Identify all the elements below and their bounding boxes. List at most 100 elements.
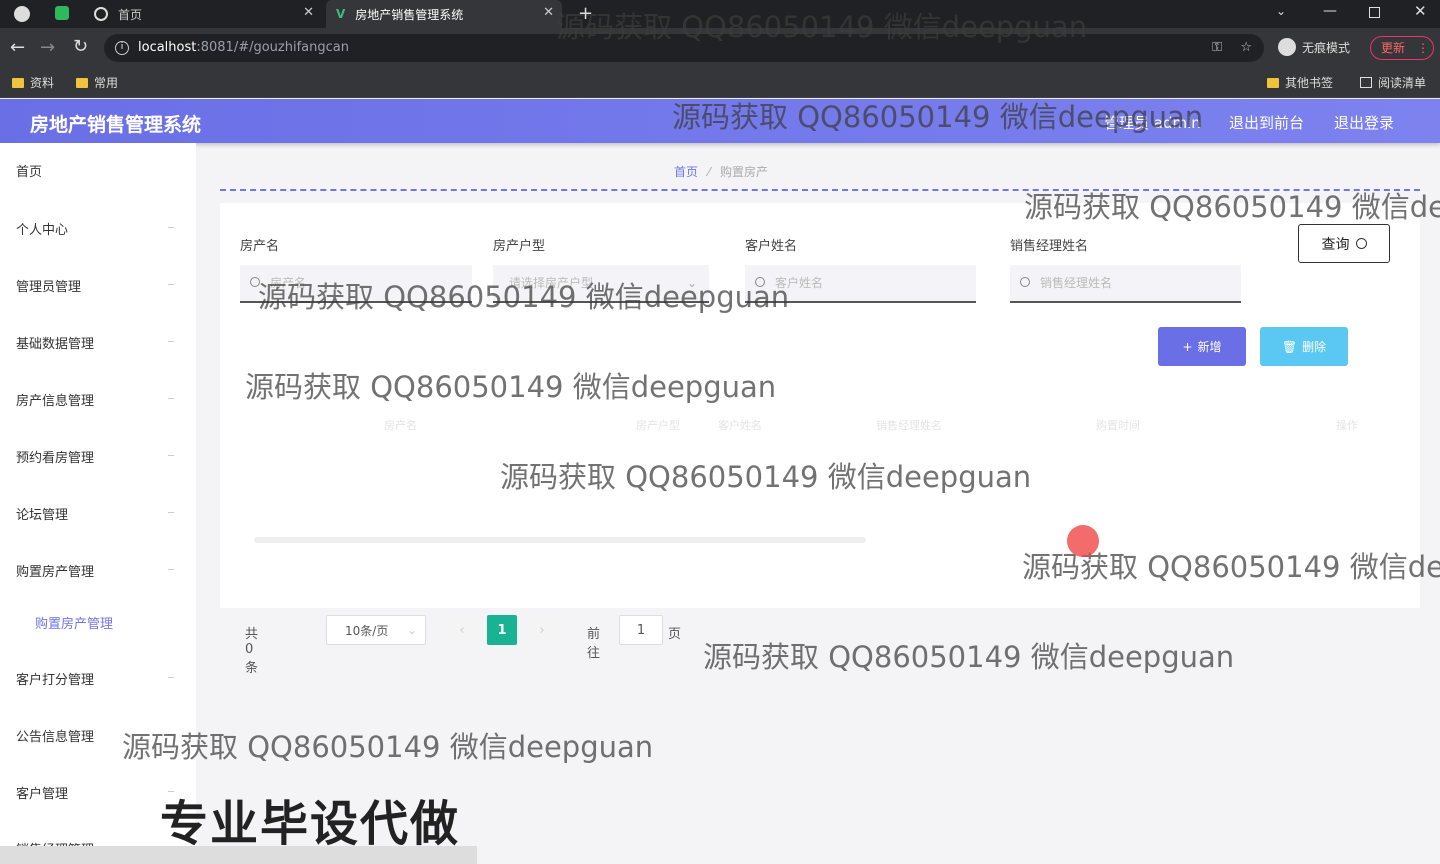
globe-icon	[94, 7, 108, 21]
sidebar-item-viewing[interactable]: 预约看房管理	[16, 447, 94, 466]
chevron-icon	[168, 734, 174, 735]
bookmarks-bar: 资料 常用 其他书签 阅读清单	[0, 68, 1440, 98]
input-placeholder: 客户姓名	[775, 276, 824, 290]
browser-menu-icon[interactable]	[14, 6, 30, 22]
tab-search-icon[interactable]: ⌄	[1276, 4, 1286, 18]
green-app-icon[interactable]	[55, 6, 69, 20]
column-header: 房产户型	[636, 419, 680, 432]
chevron-icon	[168, 569, 174, 570]
url-path: :8081/#/gouzhifangcan	[196, 40, 349, 55]
sidebar-item-rating[interactable]: 客户打分管理	[16, 669, 94, 688]
breadcrumb-home[interactable]: 首页	[674, 163, 698, 180]
sidebar-item-home[interactable]: 首页	[16, 161, 42, 180]
sidebar: 首页 个人中心 管理员管理 基础数据管理 房产信息管理 预约看房管理 论坛管理 …	[0, 143, 196, 864]
tab-app[interactable]: V 房地产销售管理系统 ✕	[326, 0, 562, 28]
label-property-name: 房产名	[240, 239, 280, 254]
key-icon[interactable]: ⚿	[1212, 34, 1222, 62]
tab-label: 房地产销售管理系统	[355, 7, 464, 22]
update-button[interactable]: 更新 ⋮	[1370, 36, 1434, 60]
address-bar[interactable]: i localhost:8081/#/gouzhifangcan ⚿ ☆	[104, 34, 1264, 62]
chevron-icon	[168, 455, 174, 456]
chevron-icon	[168, 398, 174, 399]
bookmark-folder[interactable]: 资料	[12, 74, 54, 91]
main-content: 首页 ⁄ 购置房产 房产名 房产户型 客户姓名 销售经理姓名 房产名 请选择房产…	[196, 143, 1440, 864]
app-title: 房地产销售管理系统	[30, 114, 202, 136]
bookmark-label: 资料	[30, 76, 55, 90]
query-button[interactable]: 查询	[1298, 224, 1390, 263]
add-label: 新增	[1197, 340, 1222, 354]
goto-page-input[interactable]: 1	[619, 615, 663, 645]
sidebar-item-purchase[interactable]: 购置房产管理	[16, 561, 94, 580]
bookmark-label: 常用	[94, 76, 119, 90]
browser-toolbar: ← → ↻ i localhost:8081/#/gouzhifangcan ⚿…	[0, 28, 1440, 68]
front-link[interactable]: 退出到前台	[1229, 112, 1304, 133]
incognito-indicator[interactable]: 无痕模式	[1278, 38, 1350, 56]
input-placeholder: 销售经理姓名	[1040, 276, 1113, 290]
sidebar-subitem-purchase[interactable]: 购置房产管理	[35, 613, 113, 632]
sidebar-item-basic-data[interactable]: 基础数据管理	[16, 333, 94, 352]
sidebar-item-customers[interactable]: 客户管理	[16, 783, 68, 802]
bookmark-folder[interactable]: 常用	[76, 74, 118, 91]
incognito-label: 无痕模式	[1302, 40, 1351, 55]
other-bookmarks[interactable]: 其他书签	[1267, 74, 1333, 91]
label-customer-name: 客户姓名	[745, 239, 798, 254]
search-icon	[1355, 238, 1367, 249]
goto-suffix: 页	[668, 627, 682, 642]
bookmark-label: 阅读清单	[1378, 76, 1427, 90]
search-icon	[1020, 277, 1030, 287]
column-header: 客户姓名	[718, 419, 762, 432]
sidebar-item-forum[interactable]: 论坛管理	[16, 504, 68, 523]
page-number[interactable]: 1	[487, 615, 517, 645]
folder-icon	[76, 77, 88, 88]
restore-button[interactable]	[1369, 7, 1380, 18]
goto-prefix: 前往	[587, 627, 601, 661]
close-window-button[interactable]: ✕	[1414, 2, 1427, 20]
reading-list[interactable]: 阅读清单	[1360, 74, 1426, 91]
page-size-select[interactable]: 10条/页 ⌄	[326, 615, 426, 645]
breadcrumb-separator-icon: ⁄	[708, 164, 711, 179]
customer-name-input[interactable]: 客户姓名	[745, 265, 976, 303]
trash-icon: 🗑	[1281, 339, 1298, 354]
chevron-icon	[168, 512, 174, 513]
back-icon[interactable]: ←	[10, 37, 25, 58]
sidebar-item-notices[interactable]: 公告信息管理	[16, 726, 94, 745]
sidebar-item-admins[interactable]: 管理员管理	[16, 276, 81, 295]
page-size-value: 10条/页	[345, 623, 389, 638]
column-header: 销售经理姓名	[876, 419, 942, 432]
property-name-input[interactable]: 房产名	[240, 265, 472, 303]
new-tab-button[interactable]: +	[578, 3, 593, 24]
sidebar-item-property-info[interactable]: 房产信息管理	[16, 390, 94, 409]
reload-icon[interactable]: ↻	[73, 36, 88, 57]
property-type-select[interactable]: 请选择房产户型 ⌄	[493, 265, 709, 303]
promo-banner: 专业毕设代做	[160, 796, 461, 852]
table-header: 房产名 房产户型 客户姓名 销售经理姓名 购置时间 操作	[256, 417, 1376, 441]
forward-icon[interactable]: →	[40, 37, 55, 58]
folder-icon	[1267, 77, 1279, 88]
column-header: 操作	[1336, 419, 1358, 432]
browser-titlebar: 首页 ✕ V 房地产销售管理系统 ✕ + ⌄ — ✕	[0, 0, 1440, 28]
tab-home[interactable]: 首页 ✕	[86, 0, 322, 28]
plus-icon: +	[1182, 339, 1193, 354]
search-card: 房产名 房产户型 客户姓名 销售经理姓名 房产名 请选择房产户型 ⌄ 客户姓名 …	[220, 203, 1420, 676]
input-placeholder: 房产名	[270, 276, 307, 290]
logout-link[interactable]: 退出登录	[1334, 112, 1394, 133]
search-icon	[755, 277, 765, 287]
delete-button[interactable]: 🗑 删除	[1260, 327, 1348, 366]
manager-name-input[interactable]: 销售经理姓名	[1010, 265, 1241, 303]
close-tab-icon[interactable]: ✕	[543, 5, 554, 20]
close-tab-icon[interactable]: ✕	[303, 5, 314, 20]
add-button[interactable]: + 新增	[1158, 327, 1246, 366]
bookmark-label: 其他书签	[1285, 76, 1334, 90]
reading-list-icon	[1360, 77, 1372, 88]
select-placeholder: 请选择房产户型	[509, 276, 594, 290]
query-label: 查询	[1321, 236, 1350, 253]
mouse-cursor-indicator	[1067, 525, 1099, 557]
table-scrollbar[interactable]	[254, 537, 866, 543]
sidebar-item-profile[interactable]: 个人中心	[16, 219, 68, 238]
next-page-button[interactable]: ›	[527, 615, 557, 645]
star-icon[interactable]: ☆	[1240, 34, 1252, 62]
minimize-button[interactable]: —	[1323, 3, 1337, 19]
prev-page-button[interactable]: ‹	[447, 615, 477, 645]
column-header: 购置时间	[1096, 419, 1140, 432]
folder-icon	[12, 77, 24, 88]
